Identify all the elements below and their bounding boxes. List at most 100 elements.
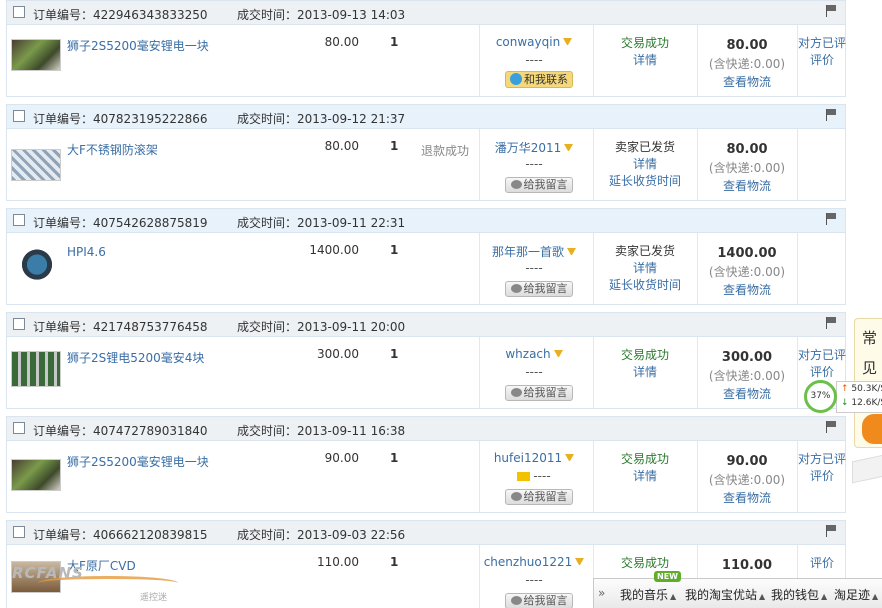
checkbox-icon[interactable] [13,318,25,330]
flag-icon[interactable] [825,317,837,329]
view-logistics-link[interactable]: 查看物流 [697,489,797,507]
caret-up-icon: ▲ [872,592,879,601]
message-bubble-icon [510,180,522,189]
rcfans-watermark: RCFANS 遥控迷 [8,560,178,606]
leave-message-button[interactable]: 给我留言 [505,177,573,193]
flag-icon[interactable] [825,525,837,537]
product-title-link[interactable]: 大F不锈钢防滚架 [67,141,158,158]
leave-message-button[interactable]: 给我留言 [505,593,573,608]
details-link[interactable]: 详情 [593,468,697,485]
order-total: 80.00 (含快递:0.00) 查看物流 [697,141,797,195]
order-number: 订单编号：422946343833250 [33,8,208,22]
order-body: 狮子2S5200毫安锂电一块 80.00 1 conwayqin ---- 和我… [7,25,847,97]
view-logistics-link[interactable]: 查看物流 [697,177,797,195]
flag-icon[interactable] [825,5,837,17]
product-title-link[interactable]: 狮子2S5200毫安锂电一块 [67,453,209,470]
checkbox-icon[interactable] [13,110,25,122]
toolbar-my-wallet[interactable]: 我的钱包 ▲ [771,586,827,603]
seller-note: ---- [525,573,543,587]
seller-name-link[interactable]: 潘万华2011 [479,139,589,156]
leave-message-button[interactable]: 给我留言 [505,385,573,401]
order-number: 订单编号：406662120839815 [33,528,208,542]
review-cell[interactable]: 对方已评 评价 [797,451,847,485]
deal-time: 成交时间：2013-09-11 20:00 [237,320,406,334]
toolbar-my-music[interactable]: 我的音乐 ▲ [620,586,676,603]
details-link[interactable]: 详情 [593,52,697,69]
seller-name-link[interactable]: hufei12011 [479,451,589,465]
faq-char: 常 [861,329,877,347]
product-title-link[interactable]: 狮子2S5200毫安锂电一块 [67,37,209,54]
order-status: 卖家已发货 详情 延长收货时间 [593,243,697,294]
details-link[interactable]: 详情 [593,260,697,277]
speed-readout: ↑ 50.3K/S ↓ 12.6K/S [836,381,882,413]
review-cell[interactable]: 对方已评 评价 [797,347,847,381]
product-thumbnail[interactable] [11,39,61,71]
mascot-image[interactable] [852,410,882,484]
product-thumbnail[interactable] [11,459,61,491]
order-body: 大F不锈钢防滚架 80.00 1 退款成功 潘万华2011 ---- 给我留言 … [7,129,845,201]
order-status: 交易成功 详情 [593,347,697,381]
message-bubble-icon [510,596,522,605]
seller-name-link[interactable]: chenzhuo1221 [479,555,589,569]
contact-me-button[interactable]: 和我联系 [505,71,573,88]
seller-note: ---- [525,261,543,275]
order-card: 订单编号：422946343833250 成交时间：2013-09-13 14:… [6,0,846,97]
faq-char: 见 [861,359,877,377]
order-header: 订单编号：406662120839815 成交时间：2013-09-03 22:… [7,521,845,545]
refund-status: 退款成功 [421,144,470,158]
toolbar-footprints[interactable]: 淘足迹 ▲ [834,586,878,603]
review-cell[interactable]: 对方已评 评价 [797,35,847,69]
unit-price: 110.00 [317,555,359,569]
order-body: 狮子2S锂电5200毫安4块 300.00 1 whzach ---- 给我留言… [7,337,847,409]
flag-icon[interactable] [825,421,837,433]
new-badge: NEW [654,571,681,582]
checkbox-icon[interactable] [13,526,25,538]
deal-time: 成交时间：2013-09-11 22:31 [237,216,406,230]
checkbox-icon[interactable] [13,6,25,18]
seller-name-link[interactable]: 那年那一首歌 [479,243,589,260]
leave-message-button[interactable]: 给我留言 [505,281,573,297]
product-thumbnail[interactable] [11,149,61,181]
seller-name-link[interactable]: conwayqin [479,35,589,49]
product-thumbnail[interactable] [17,243,57,291]
order-body: 狮子2S5200毫安锂电一块 90.00 1 hufei12011 ---- 给… [7,441,847,513]
quantity: 1 [390,35,399,49]
unit-price: 300.00 [317,347,359,361]
order-header: 订单编号：407823195222866 成交时间：2013-09-12 21:… [7,105,845,129]
unit-price: 80.00 [324,139,359,153]
order-total: 300.00 (含快递:0.00) 查看物流 [697,349,797,403]
product-thumbnail[interactable] [11,351,61,387]
flag-icon[interactable] [825,109,837,121]
wangwang-icon [510,73,522,85]
view-logistics-link[interactable]: 查看物流 [697,281,797,299]
extend-receipt-link[interactable]: 延长收货时间 [593,173,697,190]
toolbar-my-taobao-youzhan[interactable]: 我的淘宝优站 ▲ [685,586,765,603]
seller-note: ---- [525,365,543,379]
seller-name-link[interactable]: whzach [479,347,589,361]
details-link[interactable]: 详情 [593,364,697,381]
message-bubble-icon [510,492,522,501]
flag-icon[interactable] [825,213,837,225]
deal-time: 成交时间：2013-09-13 14:03 [237,8,406,22]
deal-time: 成交时间：2013-09-03 22:56 [237,528,406,542]
order-card: 订单编号：421748753776458 成交时间：2013-09-11 20:… [6,312,846,409]
order-status: 卖家已发货 详情 延长收货时间 [593,139,697,190]
review-cell[interactable]: 评价 [797,555,847,572]
extend-receipt-link[interactable]: 延长收货时间 [593,277,697,294]
note-icon[interactable] [517,472,531,481]
view-logistics-link[interactable]: 查看物流 [697,73,797,91]
checkbox-icon[interactable] [13,214,25,226]
leave-message-button[interactable]: 给我留言 [505,489,573,505]
view-logistics-link[interactable]: 查看物流 [697,385,797,403]
verified-icon [565,454,575,463]
download-arrow-icon: ↓ [841,398,849,408]
expand-arrow-icon[interactable]: » [598,586,605,600]
quantity: 1 [390,139,399,153]
seller-note: ---- [479,469,589,483]
verified-icon [553,350,563,359]
product-title-link[interactable]: HPI4.6 [67,245,106,259]
checkbox-icon[interactable] [13,422,25,434]
product-title-link[interactable]: 狮子2S锂电5200毫安4块 [67,349,204,366]
order-total: 1400.00 (含快递:0.00) 查看物流 [697,245,797,299]
details-link[interactable]: 详情 [593,156,697,173]
